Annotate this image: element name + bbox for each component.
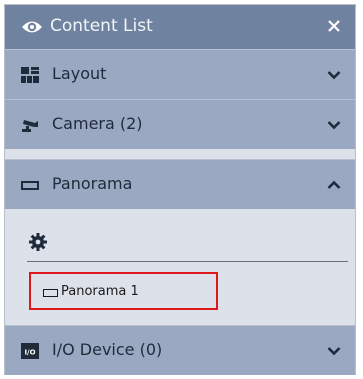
section-label-camera: Camera (2)	[52, 114, 143, 133]
chevron-down-icon[interactable]	[327, 346, 341, 356]
panorama-icon	[43, 289, 58, 297]
layout-grid-icon	[21, 67, 39, 83]
list-item-panorama-1[interactable]: Panorama 1	[29, 272, 218, 310]
close-button[interactable]	[321, 13, 347, 39]
chevron-down-icon[interactable]	[327, 70, 341, 80]
panel-title: Content List	[50, 16, 153, 36]
title-bar: Content List	[5, 5, 355, 49]
section-layout[interactable]: Layout	[5, 49, 355, 99]
chevron-down-icon[interactable]	[327, 120, 341, 130]
eye-icon	[22, 21, 42, 33]
section-label-panorama: Panorama	[52, 174, 133, 193]
content-list-panel: Content List Layout Camera (2) Panorama …	[4, 4, 356, 375]
svg-text:I/O: I/O	[24, 349, 35, 357]
section-camera[interactable]: Camera (2)	[5, 99, 355, 149]
section-panorama[interactable]: Panorama	[5, 159, 355, 209]
close-icon	[328, 20, 340, 32]
section-label-io-device: I/O Device (0)	[52, 340, 163, 359]
divider	[27, 261, 348, 262]
item-label: Panorama 1	[61, 284, 139, 299]
camera-icon	[22, 120, 38, 132]
io-device-icon: I/O	[21, 343, 39, 359]
chevron-up-icon[interactable]	[327, 180, 341, 190]
gear-icon[interactable]	[29, 233, 47, 251]
section-label-layout: Layout	[52, 64, 107, 83]
section-io-device[interactable]: I/O I/O Device (0)	[5, 325, 355, 375]
panorama-content: Panorama 1	[5, 209, 355, 325]
panorama-icon	[21, 181, 39, 190]
